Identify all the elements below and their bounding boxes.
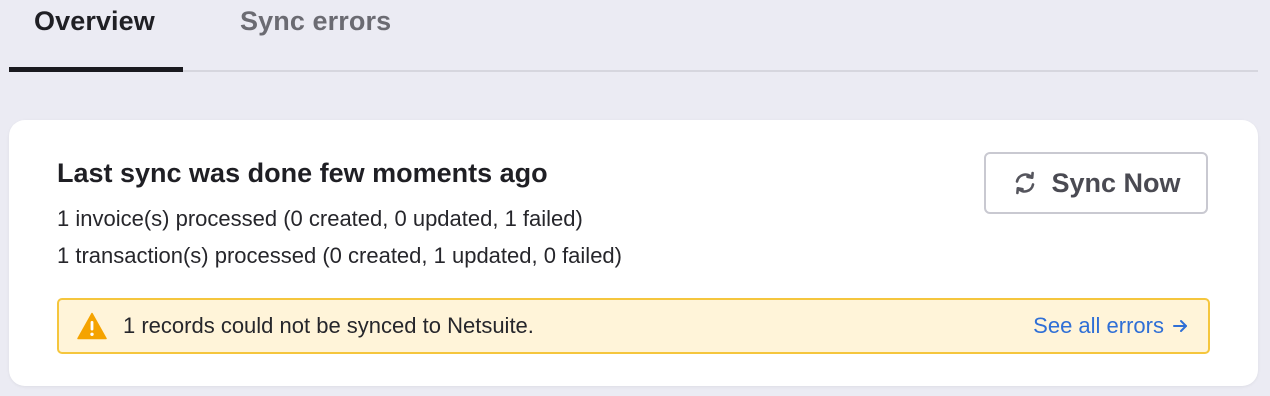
see-all-errors-label: See all errors: [1033, 313, 1164, 338]
warning-icon: [77, 312, 107, 340]
sync-errors-alert: 1 records could not be synced to Netsuit…: [57, 298, 1210, 354]
alert-message: 1 records could not be synced to Netsuit…: [123, 313, 534, 338]
active-tab-indicator: [9, 67, 183, 72]
see-all-errors-link[interactable]: See all errors: [1033, 313, 1188, 339]
sync-status-title: Last sync was done few moments ago: [57, 158, 548, 188]
tab-bar: Overview Sync errors: [9, 0, 1258, 72]
invoices-summary: 1 invoice(s) processed (0 created, 0 upd…: [57, 206, 583, 231]
transactions-summary: 1 transaction(s) processed (0 created, 1…: [57, 243, 622, 268]
tab-overview[interactable]: Overview: [34, 6, 155, 37]
sync-now-label: Sync Now: [1051, 167, 1181, 198]
sync-now-button[interactable]: Sync Now: [984, 152, 1208, 214]
sync-summary-card: Last sync was done few moments ago 1 inv…: [9, 120, 1258, 386]
arrow-right-icon: [1172, 318, 1188, 334]
tab-sync-errors[interactable]: Sync errors: [240, 6, 391, 37]
refresh-icon: [1011, 169, 1039, 197]
